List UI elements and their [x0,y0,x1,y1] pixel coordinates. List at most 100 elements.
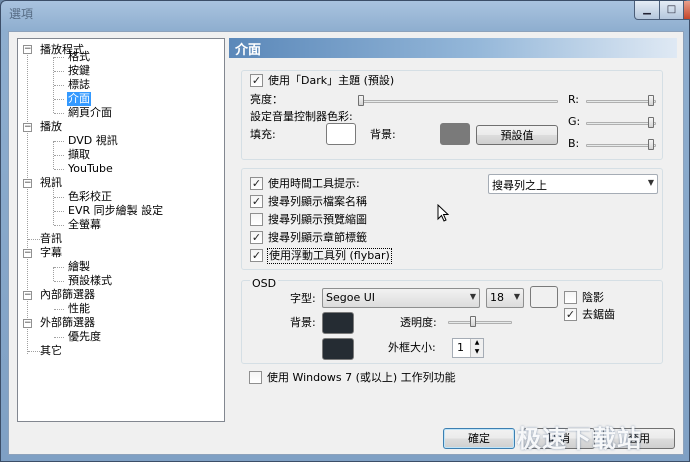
b-slider-thumb[interactable] [648,139,654,150]
use-dark-checkbox[interactable]: ✓ [250,74,263,87]
tree-item-playback[interactable]: 播放 [40,120,62,134]
brightness-slider-thumb[interactable] [358,95,364,106]
time-tooltip-checkbox[interactable]: ✓ [250,177,263,190]
g-slider-thumb[interactable] [648,117,654,128]
antialias-label: 去鋸齒 [582,308,615,321]
tree-connector [27,50,28,354]
use-dark-label: 使用「Dark」主題 (預設) [268,74,395,87]
r-slider-thumb[interactable] [648,95,654,106]
brightness-slider-track[interactable] [358,100,558,103]
tree-item-logo[interactable]: 標誌 [68,78,90,92]
font-value: Segoe UI [326,291,376,304]
dialog-client: − 播放程式 格式 按鍵 標誌 介面 網頁介面 − 播放 DVD 視訊 擷取 Y… [8,31,684,455]
watermark-logo: 极速下载站 [517,425,642,453]
chevron-down-icon: ▼ [647,178,654,187]
tree-item-capture[interactable]: 擷取 [68,148,90,162]
tree-connector [54,71,64,72]
tree-item-external-filters[interactable]: 外部篩選器 [40,316,95,330]
show-preview-label: 搜尋列顯示預覽縮圖 [268,213,367,226]
tree-connector [54,155,64,156]
g-slider-track[interactable] [586,122,656,125]
spin-up-icon[interactable]: ▲ [470,339,483,348]
ok-button[interactable]: 確定 [443,428,515,449]
brightness-label: 亮度： [250,93,283,106]
tree-item-default-style[interactable]: 預設樣式 [68,274,112,288]
close-button[interactable] [683,1,690,20]
shadow-checkbox[interactable] [564,291,577,304]
collapse-icon[interactable]: − [23,45,32,54]
collapse-icon[interactable]: − [23,123,32,132]
show-preview-checkbox[interactable] [250,213,263,226]
tree-item-evr-sync[interactable]: EVR 同步繪製 設定 [68,204,163,218]
osd-bg-color-swatch[interactable] [322,312,354,334]
tree-item-fullscreen[interactable]: 全螢幕 [68,218,101,232]
bg-color-swatch[interactable] [440,123,470,145]
tree-item-priority[interactable]: 優先度 [68,330,101,344]
font-select[interactable]: Segoe UI ▼ [322,288,480,308]
default-button[interactable]: 預設值 [476,125,558,145]
tree-connector [54,309,64,310]
show-filename-label: 搜尋列顯示檔案名稱 [268,195,367,208]
tree-item-subtitles[interactable]: 字幕 [40,246,62,260]
tree-item-youtube[interactable]: YouTube [68,162,113,176]
minimize-button[interactable]: ▁ [634,1,660,20]
check-icon: ✓ [251,74,262,87]
tree-item-video[interactable]: 視訊 [40,176,62,190]
show-chapters-checkbox[interactable]: ✓ [250,231,263,244]
tree-item-performance[interactable]: 性能 [68,302,90,316]
collapse-icon[interactable]: − [23,291,32,300]
shadow-label: 陰影 [582,291,604,304]
tree-connector [54,141,64,142]
opacity-slider-thumb[interactable] [470,316,476,327]
antialias-checkbox[interactable]: ✓ [564,308,577,321]
collapse-icon[interactable]: − [23,319,32,328]
chevron-down-icon: ▼ [469,292,476,301]
flybar-checkbox[interactable]: ✓ [250,249,263,262]
title-bar[interactable]: 選項 ▁ □ [1,1,690,27]
settings-tree[interactable]: − 播放程式 格式 按鍵 標誌 介面 網頁介面 − 播放 DVD 視訊 擷取 Y… [17,38,225,422]
collapse-icon[interactable]: − [23,179,32,188]
tree-item-internal-filters[interactable]: 內部篩選器 [40,288,95,302]
opacity-slider-track[interactable] [448,321,512,324]
tree-item-color-correction[interactable]: 色彩校正 [68,190,112,204]
font-color-swatch[interactable] [530,286,558,308]
show-chapters-label: 搜尋列顯示章節標籤 [268,231,367,244]
tree-item-keys[interactable]: 按鍵 [68,64,90,78]
tree-connector [54,281,64,282]
chevron-down-icon: ▼ [513,292,520,301]
show-filename-checkbox[interactable]: ✓ [250,195,263,208]
b-label: B: [568,137,580,150]
collapse-icon[interactable]: − [23,249,32,258]
border-size-label: 外框大小: [388,341,436,354]
border-size-value: 1 [457,341,464,354]
osd-border-color-swatch[interactable] [322,338,354,360]
osd-group: OSD 字型: Segoe UI ▼ 18 ▼ 陰影 ✓ 去鋸齒 背景: 透明度… [241,277,663,364]
spin-down-icon[interactable]: ▼ [470,348,483,357]
osd-bg-label: 背景: [290,316,316,329]
maximize-icon: □ [666,4,677,15]
page-title: 介面 [235,43,262,58]
tree-connector [53,267,54,281]
fill-color-swatch[interactable] [326,123,356,145]
tree-item-misc[interactable]: 其它 [40,344,62,358]
r-slider-track[interactable] [586,100,656,103]
maximize-button[interactable]: □ [659,1,684,20]
minimize-icon: ▁ [643,4,651,15]
tooltip-position-select[interactable]: 搜尋列之上 ▼ [488,174,658,194]
tree-connector [54,225,64,226]
b-slider-track[interactable] [586,144,656,147]
border-size-spinner[interactable]: 1 ▲ ▼ [452,338,484,358]
tree-item-rendering[interactable]: 繪製 [68,260,90,274]
tree-item-dvd[interactable]: DVD 視訊 [68,134,118,148]
r-label: R: [568,93,580,106]
font-size-select[interactable]: 18 ▼ [486,288,524,308]
tree-item-audio[interactable]: 音訊 [40,232,62,246]
g-label: G: [568,115,581,128]
tree-connector [54,169,64,170]
tree-connector [54,113,64,114]
win7-taskbar-checkbox[interactable] [249,371,262,384]
font-size-value: 18 [490,291,504,304]
tree-item-formats[interactable]: 格式 [68,50,90,64]
tree-item-interface[interactable]: 介面 [67,92,91,106]
tree-item-web-interface[interactable]: 網頁介面 [68,106,112,120]
